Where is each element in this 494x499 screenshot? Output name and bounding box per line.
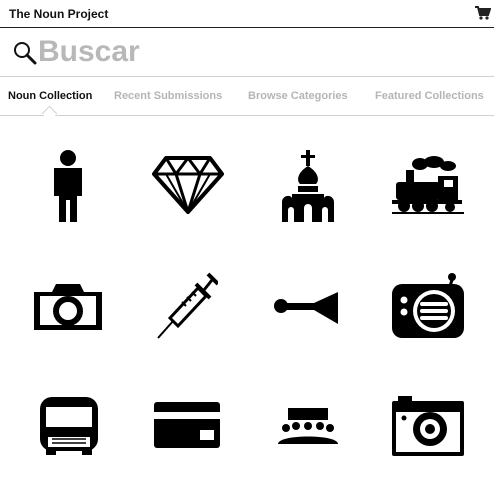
horn-icon[interactable] [274, 290, 342, 326]
camera-icon[interactable] [34, 282, 102, 330]
tab-noun-collection[interactable]: Noun Collection [8, 90, 92, 102]
train-icon[interactable] [392, 156, 464, 214]
top-bar: The Noun Project [0, 0, 494, 28]
cart-icon[interactable] [475, 5, 492, 21]
credit-card-icon[interactable] [154, 402, 220, 448]
bus-icon[interactable] [38, 397, 100, 455]
tab-featured-collections[interactable]: Featured Collections [375, 90, 484, 102]
search-icon[interactable] [12, 40, 38, 66]
tab-bar: Noun Collection Recent Submissions Brows… [0, 77, 494, 122]
app-title: The Noun Project [9, 7, 109, 21]
active-tab-pointer [41, 105, 58, 122]
syringe-icon[interactable] [156, 272, 218, 340]
church-icon[interactable] [282, 150, 334, 222]
search-bar [0, 28, 494, 77]
person-icon[interactable] [52, 150, 84, 222]
radio-icon[interactable] [392, 272, 464, 338]
photo-camera-icon[interactable] [392, 396, 464, 456]
search-input[interactable] [38, 34, 478, 70]
diamond-icon[interactable] [152, 156, 224, 214]
tab-recent-submissions[interactable]: Recent Submissions [114, 90, 222, 102]
tab-browse-categories[interactable]: Browse Categories [248, 90, 348, 102]
audience-icon[interactable] [278, 408, 338, 444]
